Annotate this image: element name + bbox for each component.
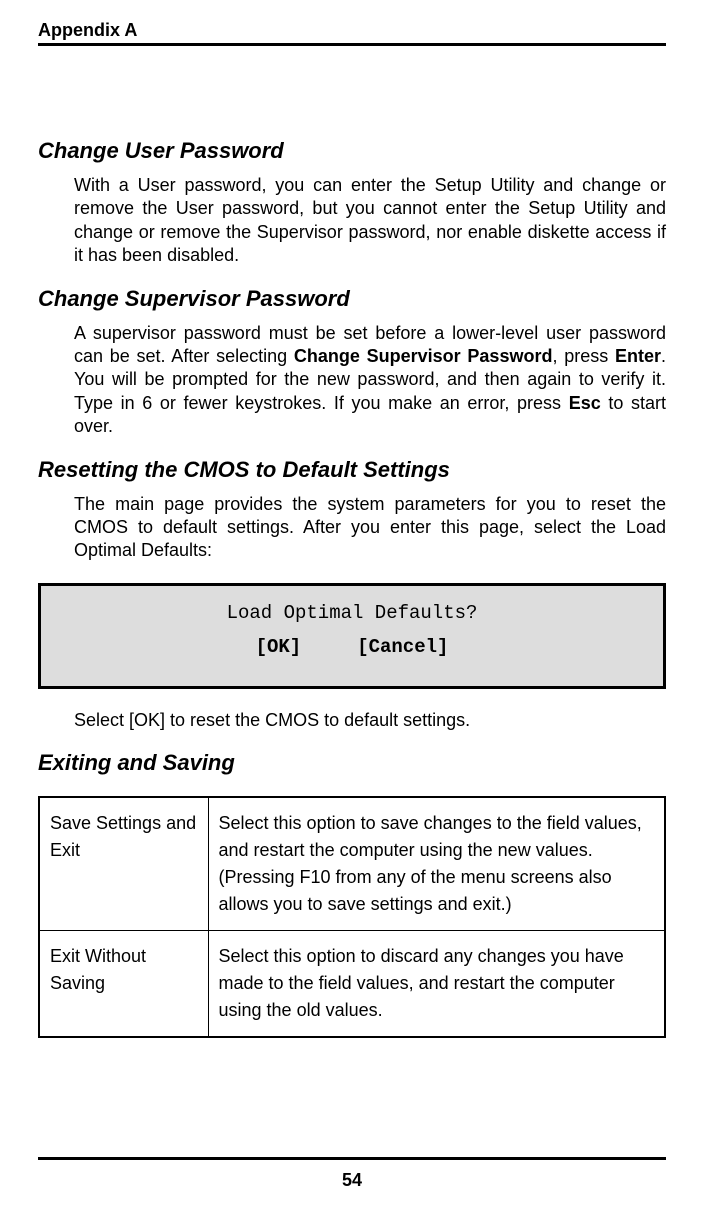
text-fragment: , press <box>552 346 615 366</box>
table-row: Save Settings and Exit Select this optio… <box>39 797 665 931</box>
dialog-title: Load Optimal Defaults? <box>41 602 663 624</box>
heading-change-user-password: Change User Password <box>38 138 666 164</box>
page-header: Appendix A <box>38 20 666 46</box>
dialog-buttons: [OK] [Cancel] <box>41 636 663 658</box>
cell-save-settings-label: Save Settings and Exit <box>39 797 208 931</box>
bold-enter: Enter <box>615 346 661 366</box>
bold-esc: Esc <box>569 393 601 413</box>
body-select-ok: Select [OK] to reset the CMOS to default… <box>74 709 666 732</box>
body-change-supervisor-password: A supervisor password must be set before… <box>74 322 666 439</box>
bold-change-supervisor-password: Change Supervisor Password <box>294 346 553 366</box>
page-footer: 54 <box>38 1157 666 1191</box>
cell-exit-without-saving-desc: Select this option to discard any change… <box>208 931 665 1038</box>
cell-exit-without-saving-label: Exit Without Saving <box>39 931 208 1038</box>
page-number: 54 <box>342 1170 362 1190</box>
exit-save-table: Save Settings and Exit Select this optio… <box>38 796 666 1038</box>
table-row: Exit Without Saving Select this option t… <box>39 931 665 1038</box>
heading-resetting-cmos: Resetting the CMOS to Default Settings <box>38 457 666 483</box>
heading-change-supervisor-password: Change Supervisor Password <box>38 286 666 312</box>
dialog-load-defaults: Load Optimal Defaults? [OK] [Cancel] <box>38 583 666 689</box>
cancel-button[interactable]: [Cancel] <box>357 636 448 658</box>
body-change-user-password: With a User password, you can enter the … <box>74 174 666 268</box>
ok-button[interactable]: [OK] <box>256 636 302 658</box>
heading-exiting-saving: Exiting and Saving <box>38 750 666 776</box>
cell-save-settings-desc: Select this option to save changes to th… <box>208 797 665 931</box>
body-resetting-cmos: The main page provides the system parame… <box>74 493 666 563</box>
